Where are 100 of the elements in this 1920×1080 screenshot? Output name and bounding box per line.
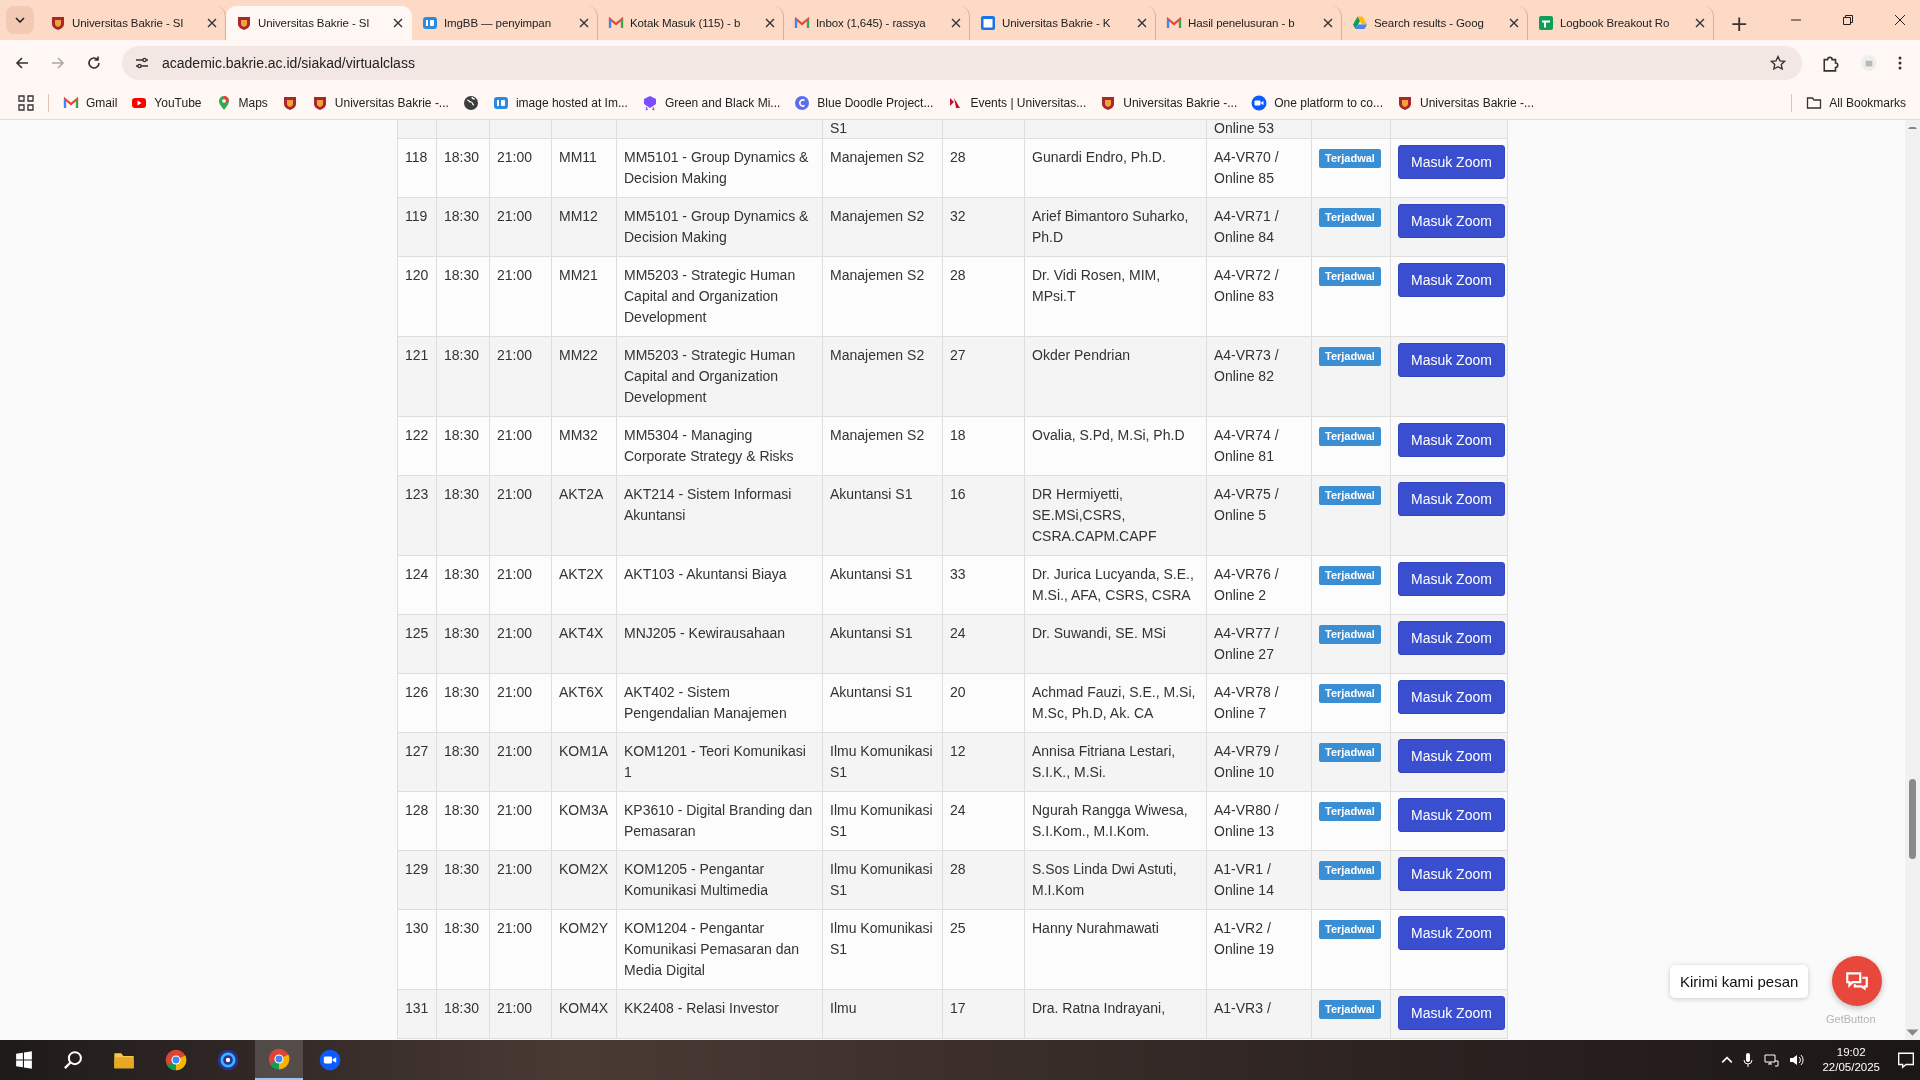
table-cell: 21:00 (489, 909, 552, 990)
zoom-button[interactable]: Masuk Zoom (1398, 857, 1505, 891)
zoom-button[interactable]: Masuk Zoom (1398, 204, 1505, 238)
status-badge: Terjadwal (1319, 625, 1381, 644)
time-label: 19:02 (1836, 1045, 1866, 1060)
close-icon[interactable] (207, 18, 217, 28)
clock[interactable]: 19:02 22/05/2025 (1822, 1045, 1880, 1075)
table-cell: A4-VR80 / Online 13 (1206, 791, 1312, 851)
new-tab-button[interactable]: + (1724, 11, 1755, 36)
volume-icon[interactable] (1789, 1052, 1806, 1068)
apps-grid-icon[interactable] (18, 94, 34, 111)
caret-icon[interactable] (1721, 1056, 1734, 1064)
zoom-button[interactable]: Masuk Zoom (1398, 263, 1505, 297)
table-cell: MM5101 - Group Dynamics & Decision Making (616, 138, 823, 198)
bookmark-item[interactable]: Universitas Bakrie -... (1396, 94, 1534, 111)
table-cell: MNJ205 - Kewirausahaan (616, 614, 823, 674)
network-icon[interactable] (1763, 1052, 1780, 1068)
bookmark-item[interactable]: Universitas Bakrie -... (1100, 94, 1238, 111)
badge-icon (641, 94, 658, 111)
chat-button[interactable] (1832, 956, 1882, 1006)
address-bar[interactable]: academic.bakrie.ac.id/siakad/virtualclass (122, 46, 1802, 80)
mail-icon (63, 94, 79, 111)
chat-tooltip: Kirimi kami pesan (1670, 965, 1809, 998)
search-icon[interactable] (63, 1050, 83, 1070)
table-cell: 18 (942, 416, 1025, 476)
notification-icon[interactable] (1897, 1051, 1915, 1069)
browser-icon[interactable] (165, 1049, 187, 1071)
bookmark-item[interactable]: Events | Universitas... (947, 94, 1087, 111)
table-cell: 28 (942, 256, 1025, 337)
zoom-button[interactable]: Masuk Zoom (1398, 798, 1505, 832)
table-cell: Akuntansi S1 (822, 555, 943, 615)
bookmark-item[interactable]: image hosted at Im... (492, 94, 628, 111)
table-cell: A4-VR74 / Online 81 (1206, 416, 1312, 476)
zoom-button[interactable]: Masuk Zoom (1398, 739, 1505, 773)
star-icon[interactable] (1770, 55, 1786, 71)
circle-app-icon[interactable] (217, 1049, 239, 1071)
status-badge: Terjadwal (1319, 861, 1381, 880)
bookmark-item[interactable]: Blue Doodle Project... (794, 94, 934, 111)
close-icon[interactable] (1894, 14, 1906, 26)
zoom-button[interactable]: Masuk Zoom (1398, 343, 1505, 377)
reload-icon[interactable] (86, 55, 102, 71)
zoom-button[interactable]: Masuk Zoom (1398, 680, 1505, 714)
bookmark-item[interactable]: Maps (215, 94, 268, 111)
close-icon[interactable] (1695, 18, 1705, 28)
menu-icon[interactable] (1898, 55, 1902, 71)
zoom-button[interactable]: Masuk Zoom (1398, 482, 1505, 516)
table-cell: MM32 (551, 416, 617, 476)
table-cell: 24 (942, 791, 1025, 851)
table-cell: 18:30 (436, 909, 490, 990)
table-cell: MM22 (551, 336, 617, 417)
scrollbar[interactable] (1905, 120, 1920, 1040)
video-camera-icon[interactable] (319, 1049, 341, 1071)
table-cell: Akuntansi S1 (822, 673, 943, 733)
table-cell: A4-VR78 / Online 7 (1206, 673, 1312, 733)
table-cell: A1-VR3 / (1206, 989, 1312, 1039)
zoom-button[interactable]: Masuk Zoom (1398, 145, 1505, 179)
site-settings-icon[interactable] (134, 55, 150, 71)
browser-tab[interactable]: Universitas Bakrie - SI (226, 6, 412, 40)
status-badge: Terjadwal (1319, 427, 1381, 446)
calendar-icon (980, 15, 996, 31)
close-icon[interactable] (393, 18, 403, 28)
close-icon[interactable] (579, 18, 589, 28)
table-cell: Akuntansi S1 (822, 614, 943, 674)
zoom-button[interactable]: Masuk Zoom (1398, 916, 1505, 950)
active-browser-button[interactable] (255, 1040, 303, 1080)
table-cell: A4-VR75 / Online 5 (1206, 475, 1312, 556)
close-icon[interactable] (1509, 18, 1519, 28)
tab-search-button[interactable] (6, 6, 34, 34)
bookmark-item[interactable]: Universitas Bakrie -... (311, 94, 449, 111)
zoom-button[interactable]: Masuk Zoom (1398, 621, 1505, 655)
status-badge: Terjadwal (1319, 347, 1381, 366)
shield-icon (311, 94, 328, 111)
close-icon[interactable] (765, 18, 775, 28)
zoom-button[interactable]: Masuk Zoom (1398, 996, 1505, 1030)
puzzle-icon[interactable] (1822, 54, 1840, 72)
status-badge: Terjadwal (1319, 267, 1381, 286)
restore-icon[interactable] (1842, 14, 1854, 26)
table-cell: 28 (942, 138, 1025, 198)
table-cell: 18:30 (436, 989, 490, 1039)
bookmark-item[interactable]: Gmail (63, 94, 118, 111)
start-icon[interactable] (15, 1051, 33, 1069)
bookmark-item[interactable]: One platform to co... (1251, 94, 1383, 111)
zoom-button[interactable]: Masuk Zoom (1398, 423, 1505, 457)
table-cell: A4-VR71 / Online 84 (1206, 197, 1312, 257)
zoom-button[interactable]: Masuk Zoom (1398, 562, 1505, 596)
table-cell: MM5101 - Group Dynamics & Decision Making (616, 197, 823, 257)
table-cell: 24 (942, 614, 1025, 674)
table-cell: 25 (942, 909, 1025, 990)
back-icon[interactable] (14, 55, 30, 71)
close-icon[interactable] (1323, 18, 1333, 28)
bookmark-item[interactable]: Green and Black Mi... (641, 94, 781, 111)
status-badge: Terjadwal (1319, 802, 1381, 821)
close-icon[interactable] (1137, 18, 1147, 28)
all-bookmarks-button[interactable]: All Bookmarks (1806, 94, 1906, 111)
table-cell: 18:30 (436, 732, 490, 792)
microphone-icon[interactable] (1743, 1052, 1754, 1068)
close-icon[interactable] (951, 18, 961, 28)
browser-icon (268, 1048, 290, 1070)
bookmark-item[interactable]: YouTube (131, 94, 202, 111)
table-cell: 18:30 (436, 336, 490, 417)
